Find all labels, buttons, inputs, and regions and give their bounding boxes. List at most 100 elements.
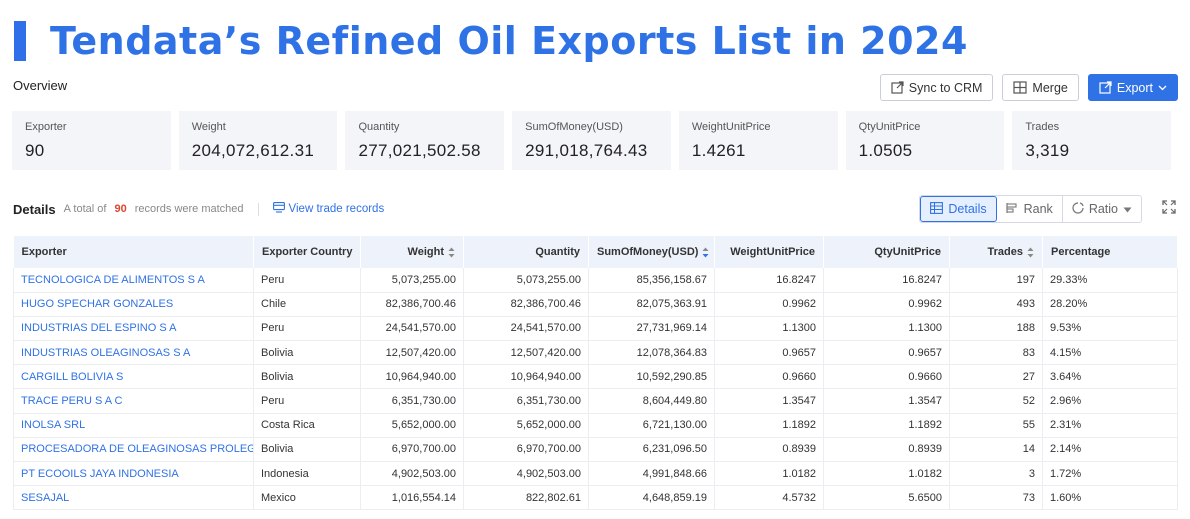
stat-label: WeightUnitPrice <box>691 121 771 133</box>
exporter-link[interactable]: INOLSA SRL <box>13 413 254 438</box>
tab-ratio[interactable]: Ratio <box>1063 196 1141 222</box>
cell-weight-unit-price: 1.0182 <box>714 461 824 487</box>
cell-sum-of-money: 6,231,096.50 <box>588 437 715 463</box>
table-row[interactable]: INOLSA SRL Costa Rica 5,652,000.00 5,652,00… <box>13 413 1178 438</box>
col-weight-unit-price: WeightUnitPrice <box>714 236 824 268</box>
table-row[interactable]: TECNOLOGICA DE ALIMENTOS S A Peru 5,073,25… <box>13 268 1178 293</box>
stat-label: Quantity <box>358 121 400 133</box>
cell-weight-unit-price: 0.9962 <box>714 292 824 317</box>
exporter-link[interactable]: SESAJAL <box>13 485 254 511</box>
exporter-link[interactable]: CARGILL BOLIVIA S <box>13 364 254 390</box>
caret-down-icon <box>1123 202 1132 216</box>
table-row[interactable]: CARGILL BOLIVIA S Bolivia 10,964,940.00 10,… <box>13 364 1178 390</box>
table-row[interactable]: PROCESADORA DE OLEAGINOSAS PROLEGA S Boli… <box>13 437 1178 463</box>
page-title: Tendata’s Refined Oil Exports List in 20… <box>50 19 968 63</box>
exporter-link[interactable]: TRACE PERU S A C <box>13 388 254 414</box>
cell-weight-unit-price: 0.9657 <box>714 340 824 366</box>
merge-button[interactable]: Merge <box>1002 74 1079 101</box>
col-qty-unit-price: QtyUnitPrice <box>823 236 950 268</box>
stat-card: Weight 204,072,612.31 <box>178 111 338 170</box>
col-exporter: Exporter <box>13 236 254 268</box>
sort-icon[interactable] <box>702 247 709 258</box>
tab-details[interactable]: Details <box>920 196 997 222</box>
details-suffix: records were matched <box>134 203 244 215</box>
view-trade-records-link[interactable]: View trade records <box>272 202 385 216</box>
cell-qty-unit-price: 16.8247 <box>823 268 950 293</box>
table-body: TECNOLOGICA DE ALIMENTOS S A Peru 5,073,25… <box>13 268 1178 511</box>
stat-card: SumOfMoney(USD) 291,018,764.43 <box>512 111 671 170</box>
cell-weight: 5,652,000.00 <box>360 413 464 438</box>
stat-value: 1.4261 <box>691 141 746 160</box>
cell-quantity: 5,652,000.00 <box>463 413 589 438</box>
table-row[interactable]: SESAJAL Mexico 1,016,554.14 822,802.61 4,648… <box>13 485 1178 511</box>
cell-percentage: 28.20% <box>1042 292 1178 317</box>
tab-rank-label: Rank <box>1023 202 1053 216</box>
col-sum-of-money[interactable]: SumOfMoney(USD) <box>588 236 715 268</box>
cell-sum-of-money: 8,604,449.80 <box>588 388 715 414</box>
cell-weight-unit-price: 1.1300 <box>714 316 824 342</box>
cell-percentage: 29.33% <box>1042 268 1178 293</box>
record-count: 90 <box>114 203 127 215</box>
details-prefix: A total of <box>63 203 107 215</box>
tab-rank[interactable]: Rank <box>997 196 1063 222</box>
cell-quantity: 82,386,700.46 <box>463 292 589 317</box>
exporter-link[interactable]: INDUSTRIAS OLEAGINOSAS S A <box>13 340 254 366</box>
cell-trades: 14 <box>949 437 1043 463</box>
cell-quantity: 5,073,255.00 <box>463 268 589 293</box>
cell-qty-unit-price: 1.1892 <box>823 413 950 438</box>
page-header: Tendata’s Refined Oil Exports List in 20… <box>14 18 968 64</box>
cell-qty-unit-price: 0.8939 <box>823 437 950 463</box>
export-icon <box>1099 81 1112 94</box>
cell-country: Chile <box>253 292 361 317</box>
cell-trades: 27 <box>949 364 1043 390</box>
cell-trades: 3 <box>949 461 1043 487</box>
stat-card: Quantity 277,021,502.58 <box>345 111 505 170</box>
details-toolbar: Details A total of 90 records were match… <box>13 195 1176 223</box>
cell-percentage: 9.53% <box>1042 316 1178 342</box>
cell-quantity: 6,351,730.00 <box>463 388 589 414</box>
overview-label: Overview <box>13 78 68 93</box>
cell-country: Costa Rica <box>253 413 361 438</box>
tab-details-label: Details <box>948 202 987 216</box>
col-weight[interactable]: Weight <box>360 236 464 268</box>
chevron-down-icon <box>1158 85 1167 91</box>
divider <box>257 202 259 216</box>
exporters-table: Exporter Exporter Country Weight Quantit… <box>13 236 1178 511</box>
exporter-link[interactable]: PROCESADORA DE OLEAGINOSAS PROLEGA S <box>13 437 254 463</box>
cell-qty-unit-price: 0.9660 <box>823 364 950 390</box>
export-label: Export <box>1116 80 1153 95</box>
stat-card: Trades 3,319 <box>1012 111 1172 170</box>
details-title: Details <box>13 201 56 217</box>
stat-card: QtyUnitPrice 1.0505 <box>845 111 1005 170</box>
cell-weight-unit-price: 0.9660 <box>714 364 824 390</box>
view-trade-records-label: View trade records <box>288 203 385 215</box>
cell-country: Bolivia <box>253 437 361 463</box>
sort-icon[interactable] <box>1027 247 1034 258</box>
col-trades[interactable]: Trades <box>949 236 1043 268</box>
cell-sum-of-money: 6,721,130.00 <box>588 413 715 438</box>
table-row[interactable]: INDUSTRIAS OLEAGINOSAS S A Bolivia 12,507,… <box>13 340 1178 366</box>
sync-label: Sync to CRM <box>908 80 983 95</box>
export-button[interactable]: Export <box>1087 74 1178 101</box>
exporter-link[interactable]: HUGO SPECHAR GONZALES <box>13 292 254 317</box>
cell-percentage: 1.72% <box>1042 461 1178 487</box>
exporter-link[interactable]: PT ECOOILS JAYA INDONESIA <box>13 461 254 487</box>
records-icon <box>272 202 285 216</box>
col-exporter-label: Exporter <box>21 246 67 258</box>
table-row[interactable]: HUGO SPECHAR GONZALES Chile 82,386,700.46 8… <box>13 292 1178 317</box>
table-row[interactable]: TRACE PERU S A C Peru 6,351,730.00 6,351,73… <box>13 388 1178 414</box>
table-row[interactable]: PT ECOOILS JAYA INDONESIA Indonesia 4,902,… <box>13 461 1178 487</box>
cell-weight: 6,970,700.00 <box>360 437 464 463</box>
cell-country: Peru <box>253 388 361 414</box>
stat-label: Exporter <box>25 121 67 133</box>
cell-percentage: 3.64% <box>1042 364 1178 390</box>
exporter-link[interactable]: INDUSTRIAS DEL ESPINO S A <box>13 316 254 342</box>
table-row[interactable]: INDUSTRIAS DEL ESPINO S A Peru 24,541,570.… <box>13 316 1178 342</box>
fullscreen-icon[interactable] <box>1162 199 1176 219</box>
cell-qty-unit-price: 1.3547 <box>823 388 950 414</box>
exporter-link[interactable]: TECNOLOGICA DE ALIMENTOS S A <box>13 268 254 293</box>
sync-to-crm-button[interactable]: Sync to CRM <box>879 74 994 101</box>
cell-country: Indonesia <box>253 461 361 487</box>
sort-icon[interactable] <box>448 247 455 258</box>
view-tabs: Details Rank Ratio <box>919 195 1142 223</box>
